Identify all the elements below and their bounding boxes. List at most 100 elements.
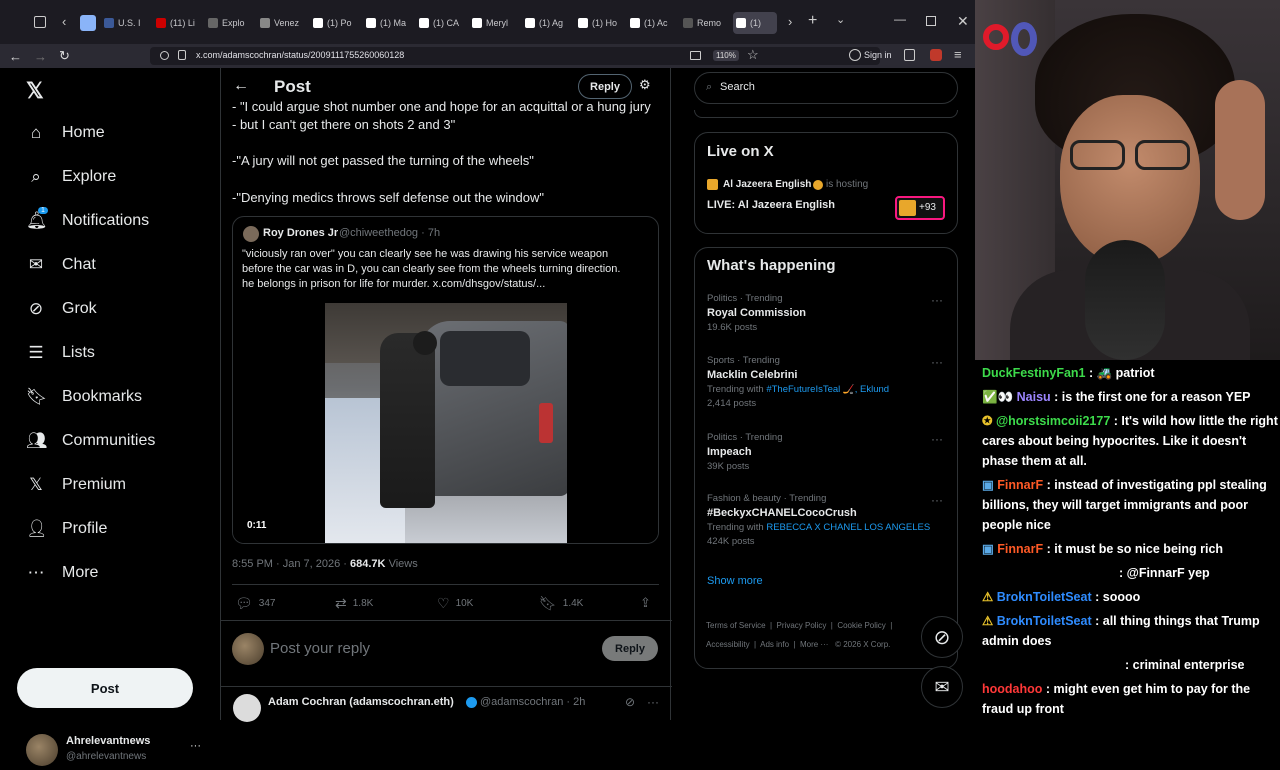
tab-label: (1) Ac <box>644 18 668 28</box>
browser-tab[interactable]: (1) Ma <box>366 12 414 34</box>
trend-more-icon[interactable]: ··· <box>931 293 943 307</box>
sidebar-item-bookmarks[interactable]: 🔖︎ Bookmarks <box>26 387 142 407</box>
sidebar-item-home[interactable]: ⌂ Home <box>26 123 105 143</box>
trend-more-icon[interactable]: ··· <box>931 432 943 446</box>
post-more-icon[interactable]: ··· <box>647 695 659 709</box>
address-bar[interactable]: x.com/adamscochran/status/20091117552600… <box>150 47 880 65</box>
forward-icon[interactable]: → <box>34 49 47 64</box>
bookmark-action[interactable]: 🔖︎ 1.4K <box>539 595 583 612</box>
back-icon[interactable]: ← <box>9 49 22 64</box>
reply-submit-button[interactable]: Reply <box>602 636 658 661</box>
sidebar-item-label: Lists <box>62 344 95 361</box>
trend-item[interactable]: Sports · Trending Macklin Celebrini Tren… <box>707 355 889 409</box>
new-tab-icon[interactable]: + <box>808 12 817 30</box>
menu-icon[interactable]: ≡ <box>954 47 962 62</box>
sidebar-item-lists[interactable]: ☰ Lists <box>26 343 95 363</box>
messages-float-icon[interactable]: ✉ <box>921 666 963 708</box>
verified-gold-icon <box>813 180 823 190</box>
zoom-level[interactable]: 110% <box>713 50 739 61</box>
browser-tab[interactable]: Remo <box>683 12 731 34</box>
trend-item[interactable]: Politics · Trending Impeach 39K posts <box>707 432 783 472</box>
quoted-post[interactable]: Roy Drones Jr @chiweethedog · 7h "viciou… <box>232 216 659 544</box>
search-input[interactable]: Search <box>720 81 755 93</box>
tab-label: (1) Po <box>327 18 352 28</box>
sidebar-item-label: Chat <box>62 256 96 273</box>
browser-tab[interactable]: Explo <box>208 12 256 34</box>
account-switcher[interactable]: Ahrelevantnews @ahrelevantnews ··· <box>26 734 206 770</box>
reply-input[interactable]: Post your reply <box>270 640 370 657</box>
show-more-link[interactable]: Show more <box>707 575 763 587</box>
browser-tab[interactable]: (1) CA <box>419 12 467 34</box>
browser-tab[interactable]: U.S. I <box>104 12 152 34</box>
sidebar-item-profile[interactable]: 👤︎ Profile <box>26 519 107 539</box>
trend-more-icon[interactable]: ··· <box>931 493 943 507</box>
close-window-icon[interactable]: ✕ <box>957 13 969 30</box>
footer-link[interactable]: Cookie Policy <box>837 621 885 630</box>
sidebar-item-more[interactable]: ⋯ More <box>26 563 99 583</box>
trend-more-icon[interactable]: ··· <box>931 355 943 369</box>
browser-tab[interactable]: Venez <box>260 12 308 34</box>
search-icon: ⌕ <box>31 167 41 186</box>
sidebar-item-explore[interactable]: ⌕ Explore <box>26 167 116 187</box>
signin-link[interactable]: Sign in <box>864 50 892 60</box>
browser-tab[interactable]: (11) Li <box>156 12 204 34</box>
footer-link[interactable]: Privacy Policy <box>777 621 827 630</box>
browser-tab[interactable]: (1) Ho <box>578 12 626 34</box>
x-sidebar: 𝕏 ⌂ Home ⌕ Explore 🔔︎ 1 Notifications ✉ Chat ⊘ Gro… <box>0 68 220 766</box>
live-host[interactable]: Al Jazeera English <box>723 179 811 190</box>
share-icon[interactable]: ⇪ <box>640 595 651 611</box>
next-post-author[interactable]: Adam Cochran (adamscochran.eth) <box>268 696 454 708</box>
bookmark-star-icon[interactable]: ☆ <box>747 47 759 63</box>
trend-item[interactable]: Politics · Trending Royal Commission 19.… <box>707 293 806 333</box>
post-button[interactable]: Post <box>17 668 193 708</box>
live-listeners[interactable]: +93 <box>895 196 945 220</box>
maximize-icon[interactable] <box>926 16 936 26</box>
sidebar-item-notifications[interactable]: 🔔︎ 1 Notifications <box>26 207 149 231</box>
pinned-tab-icon[interactable] <box>80 15 96 31</box>
aljazeera-logo-icon <box>707 179 718 190</box>
sidebar-item-label: Premium <box>62 476 127 493</box>
minimize-icon[interactable]: — <box>894 12 906 26</box>
tab-scroll-right-icon[interactable]: › <box>788 14 792 29</box>
grok-explain-icon[interactable]: ⊘ <box>625 695 635 709</box>
footer-link[interactable]: More ··· <box>800 640 828 649</box>
next-post-avatar[interactable] <box>233 694 261 722</box>
sidebar-item-premium[interactable]: 𝕏 Premium <box>26 475 126 495</box>
browser-tab[interactable]: (1) Po <box>313 12 361 34</box>
tab-favicon-icon <box>313 18 323 28</box>
tab-list-chevron-icon[interactable]: ⌄ <box>836 13 845 26</box>
tab-overview-icon[interactable] <box>34 16 46 28</box>
footer-link[interactable]: Accessibility <box>706 640 750 649</box>
repost-action[interactable]: ⇄ 1.8K <box>335 595 373 612</box>
sidebar-item-communities[interactable]: 👥︎ Communities <box>26 431 155 451</box>
ublock-icon[interactable] <box>930 49 942 61</box>
browser-tab[interactable]: (1) Ag <box>525 12 573 34</box>
trend-item[interactable]: Fashion & beauty · Trending #BeckyxCHANE… <box>707 493 930 547</box>
reply-action[interactable]: 💬︎ 347 <box>235 595 275 612</box>
live-title[interactable]: LIVE: Al Jazeera English <box>707 199 835 211</box>
header-reply-button[interactable]: Reply <box>578 74 632 99</box>
reload-icon[interactable]: ↻ <box>59 48 70 64</box>
live-panel: Live on X Al Jazeera English is hosting … <box>694 132 958 234</box>
footer-link[interactable]: Terms of Service <box>706 621 766 630</box>
sidebar-item-chat[interactable]: ✉ Chat <box>26 255 96 275</box>
video-player[interactable]: 0:11 <box>233 303 658 543</box>
like-action[interactable]: ♡ 10K <box>437 595 473 612</box>
browser-tab[interactable]: (1) Ac <box>630 12 678 34</box>
grok-float-icon[interactable]: ⊘ <box>921 616 963 658</box>
footer-link[interactable]: Ads info <box>760 640 789 649</box>
search-box[interactable]: ⌕ Search <box>694 72 958 104</box>
x-logo-icon[interactable]: 𝕏 <box>26 78 44 104</box>
tab-label: Explo <box>222 18 245 28</box>
browser-tab[interactable]: (1) <box>733 12 777 34</box>
sidebar-item-grok[interactable]: ⊘ Grok <box>26 299 97 319</box>
tab-scroll-left-icon[interactable]: ‹ <box>62 14 66 29</box>
reader-view-icon[interactable] <box>690 51 701 60</box>
back-arrow-icon[interactable]: ← <box>233 77 249 95</box>
browser-tab[interactable]: Meryl <box>472 12 520 34</box>
quote-author[interactable]: Roy Drones Jr <box>263 227 338 239</box>
quote-link[interactable]: x.com/dhsgov/status/... <box>433 278 546 290</box>
extensions-icon[interactable] <box>904 49 915 61</box>
filter-settings-icon[interactable]: ⚙ <box>639 77 651 93</box>
account-more-icon[interactable]: ··· <box>190 740 201 752</box>
